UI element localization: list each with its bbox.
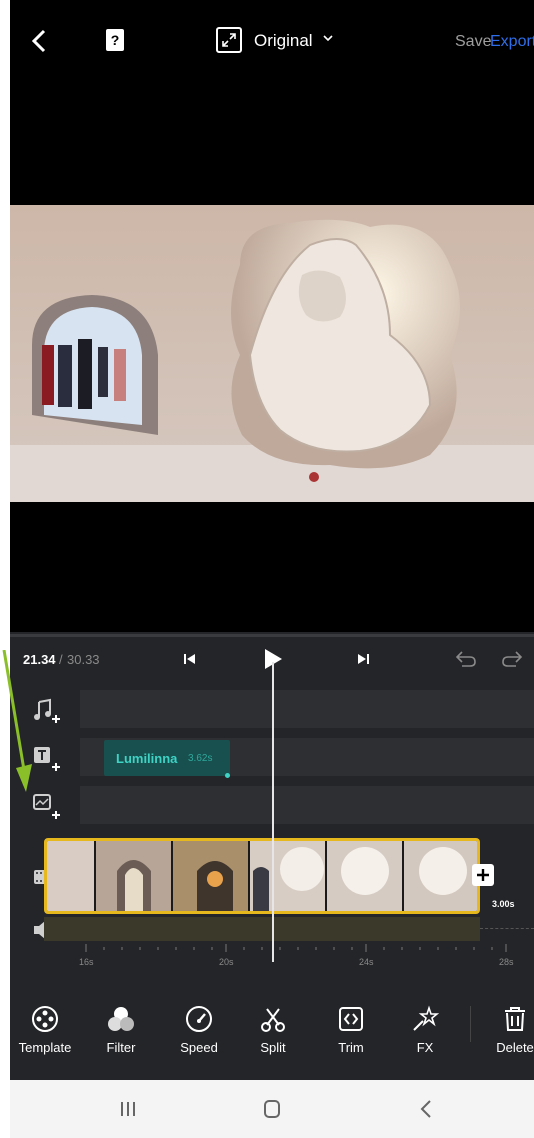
playhead[interactable] <box>272 662 274 962</box>
tool-filter[interactable]: Filter <box>86 1000 156 1055</box>
system-nav-bar <box>10 1080 534 1138</box>
ruler-tick-label: 28s <box>499 957 514 967</box>
transition-duration: 3.00s <box>492 899 515 909</box>
aspect-ratio-icon[interactable] <box>216 27 242 53</box>
help-button[interactable]: ? <box>106 29 124 51</box>
video-editor-screen: ? Original Save Export 21.34 / 30.33 Lum… <box>10 0 534 1138</box>
template-icon <box>10 1000 80 1038</box>
text-clip[interactable]: Lumilinna 3.62s <box>104 740 230 778</box>
undo-icon[interactable] <box>452 646 480 670</box>
tool-trim[interactable]: Trim <box>316 1000 386 1055</box>
tool-delete[interactable]: Delete <box>480 1000 534 1055</box>
total-time: 30.33 <box>67 652 100 667</box>
video-preview[interactable] <box>10 205 534 502</box>
tool-split[interactable]: Split <box>238 1000 308 1055</box>
tool-label: Delete <box>496 1040 534 1055</box>
audio-waveform-track[interactable] <box>44 917 480 941</box>
tool-label: Filter <box>106 1040 136 1055</box>
text-clip-duration: 3.62s <box>188 753 213 764</box>
ruler-tick-label: 24s <box>359 957 374 967</box>
preview-scrub-bar[interactable] <box>10 634 534 637</box>
skip-previous-icon[interactable] <box>181 650 199 668</box>
trim-icon <box>316 1000 386 1038</box>
music-track[interactable] <box>80 690 534 728</box>
ruler-tick-label: 20s <box>219 957 234 967</box>
top-bar: ? Original Save Export <box>10 0 534 82</box>
chevron-down-icon[interactable] <box>322 31 334 46</box>
redo-icon[interactable] <box>498 646 526 670</box>
video-frame-image <box>10 205 534 502</box>
annotation-arrow <box>0 649 40 800</box>
speed-icon <box>164 1000 234 1038</box>
back-nav-icon[interactable] <box>418 1098 434 1125</box>
tool-label: Template <box>18 1040 72 1055</box>
text-clip-handle[interactable] <box>225 773 230 778</box>
fx-icon <box>390 1000 460 1038</box>
tool-divider <box>470 1006 471 1042</box>
export-button[interactable]: Export <box>490 33 534 51</box>
expand-icon <box>222 33 236 47</box>
tool-speed[interactable]: Speed <box>164 1000 234 1055</box>
sticker-track[interactable] <box>80 786 534 824</box>
home-icon[interactable] <box>262 1098 282 1125</box>
tool-label: FX <box>416 1040 434 1055</box>
tool-label: Speed <box>180 1040 218 1055</box>
back-button[interactable] <box>24 26 54 56</box>
help-label: ? <box>110 32 120 48</box>
save-button[interactable]: Save <box>455 33 491 51</box>
plus-icon <box>477 869 489 881</box>
filter-icon <box>86 1000 156 1038</box>
time-separator: / <box>59 652 63 667</box>
tool-fx[interactable]: FX <box>390 1000 460 1055</box>
chevron-left-icon <box>31 29 46 53</box>
skip-next-icon[interactable] <box>354 650 372 668</box>
audio-track-end <box>480 928 534 930</box>
tool-label: Split <box>260 1040 286 1055</box>
add-transition-button[interactable] <box>472 864 494 886</box>
video-thumbnails <box>47 841 477 911</box>
ruler-tick-label: 16s <box>79 957 94 967</box>
video-clip-strip[interactable] <box>44 838 480 914</box>
scissors-icon <box>238 1000 308 1038</box>
aspect-ratio-label[interactable]: Original <box>254 31 313 51</box>
tool-label: Trim <box>338 1040 364 1055</box>
text-clip-title: Lumilinna <box>116 751 178 766</box>
recent-apps-icon[interactable] <box>118 1100 138 1123</box>
tool-template[interactable]: Template <box>10 1000 80 1055</box>
trash-icon <box>480 1000 534 1038</box>
